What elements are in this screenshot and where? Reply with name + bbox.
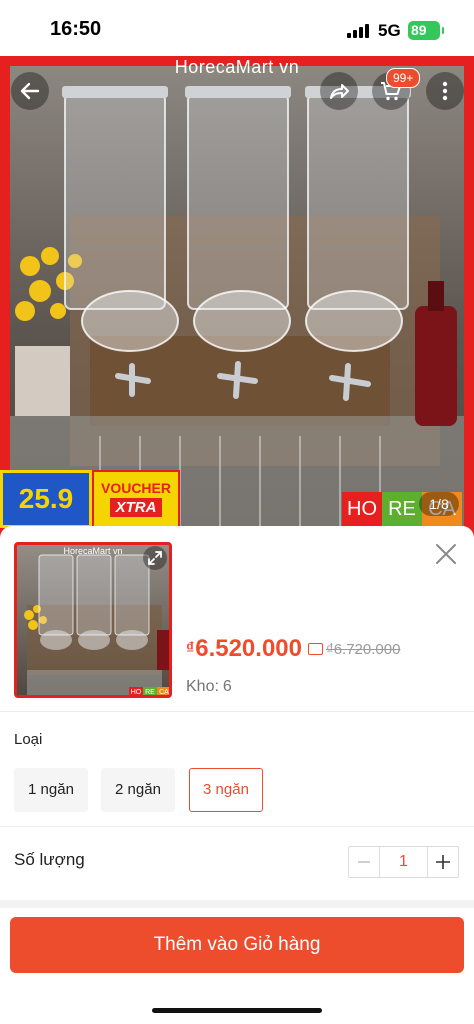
close-button[interactable] <box>432 540 460 568</box>
stock-info: Kho: 6 <box>186 678 232 696</box>
quantity-label: Số lượng <box>14 850 85 869</box>
minus-icon <box>358 861 371 863</box>
status-bar: 16:50 5G 89 <box>0 0 474 56</box>
divider <box>0 711 474 712</box>
decrease-button[interactable] <box>349 847 379 877</box>
increase-button[interactable] <box>428 847 458 877</box>
share-button[interactable] <box>320 72 358 110</box>
horeca-ho: HO <box>342 492 382 526</box>
section-gap <box>0 900 474 908</box>
price-currency: ₫ <box>186 640 195 657</box>
voucher-xtra-badge: VOUCHER XTRA <box>92 470 180 528</box>
variant-bottom-sheet: HorecaMart vn HO RE CA ₫ 6.520.000 ₫6.72… <box>0 526 474 1024</box>
more-dots-icon <box>442 81 448 101</box>
battery-icon: 89 <box>408 21 444 40</box>
stock-label: Kho: <box>186 678 219 695</box>
divider <box>0 826 474 827</box>
close-icon <box>436 544 456 564</box>
variant-option-2[interactable]: 2 ngăn <box>101 768 175 812</box>
thumbnail-horeca-logo: HO RE CA <box>129 687 169 696</box>
xtra-text: XTRA <box>109 498 163 517</box>
image-counter: 1/8 <box>419 492 459 516</box>
price-tag-icon <box>308 643 323 655</box>
variant-label: Loại <box>14 731 43 748</box>
voucher-text: VOUCHER <box>100 480 171 496</box>
battery-level: 89 <box>411 22 427 38</box>
plus-icon <box>435 855 450 869</box>
add-to-cart-button[interactable]: Thêm vào Giỏ hàng <box>10 917 464 973</box>
cart-count-badge: 99+ <box>386 68 421 88</box>
back-button[interactable] <box>11 72 49 110</box>
variant-option-1[interactable]: 1 ngăn <box>14 768 88 812</box>
thumb-horeca-ca: CA <box>157 687 169 695</box>
quantity-input[interactable]: 1 <box>379 847 428 877</box>
thumb-horeca-re: RE <box>143 687 157 695</box>
signal-icon <box>347 24 371 38</box>
back-arrow-icon <box>20 82 40 100</box>
share-icon <box>330 84 349 99</box>
more-button[interactable] <box>426 72 464 110</box>
variant-option-3[interactable]: 3 ngăn <box>189 768 263 812</box>
stock-value: 6 <box>222 678 232 695</box>
quantity-stepper: 1 <box>348 846 459 878</box>
horeca-re: RE <box>382 492 422 526</box>
expand-icon <box>148 551 162 565</box>
network-type: 5G <box>378 21 401 40</box>
status-time: 16:50 <box>50 18 102 40</box>
home-indicator <box>152 1008 322 1013</box>
promo-259-badge: 25.9 <box>0 470 92 528</box>
price-row: ₫ 6.520.000 ₫6.720.000 <box>186 635 400 663</box>
product-image-carousel[interactable]: HorecaMart vn 99+ 25.9 VOUCHER XTRA HO R… <box>0 56 474 546</box>
current-price: 6.520.000 <box>195 635 302 662</box>
expand-image-button[interactable] <box>143 546 167 570</box>
original-price: ₫6.720.000 <box>326 640 401 658</box>
thumb-horeca-ho: HO <box>129 687 143 696</box>
